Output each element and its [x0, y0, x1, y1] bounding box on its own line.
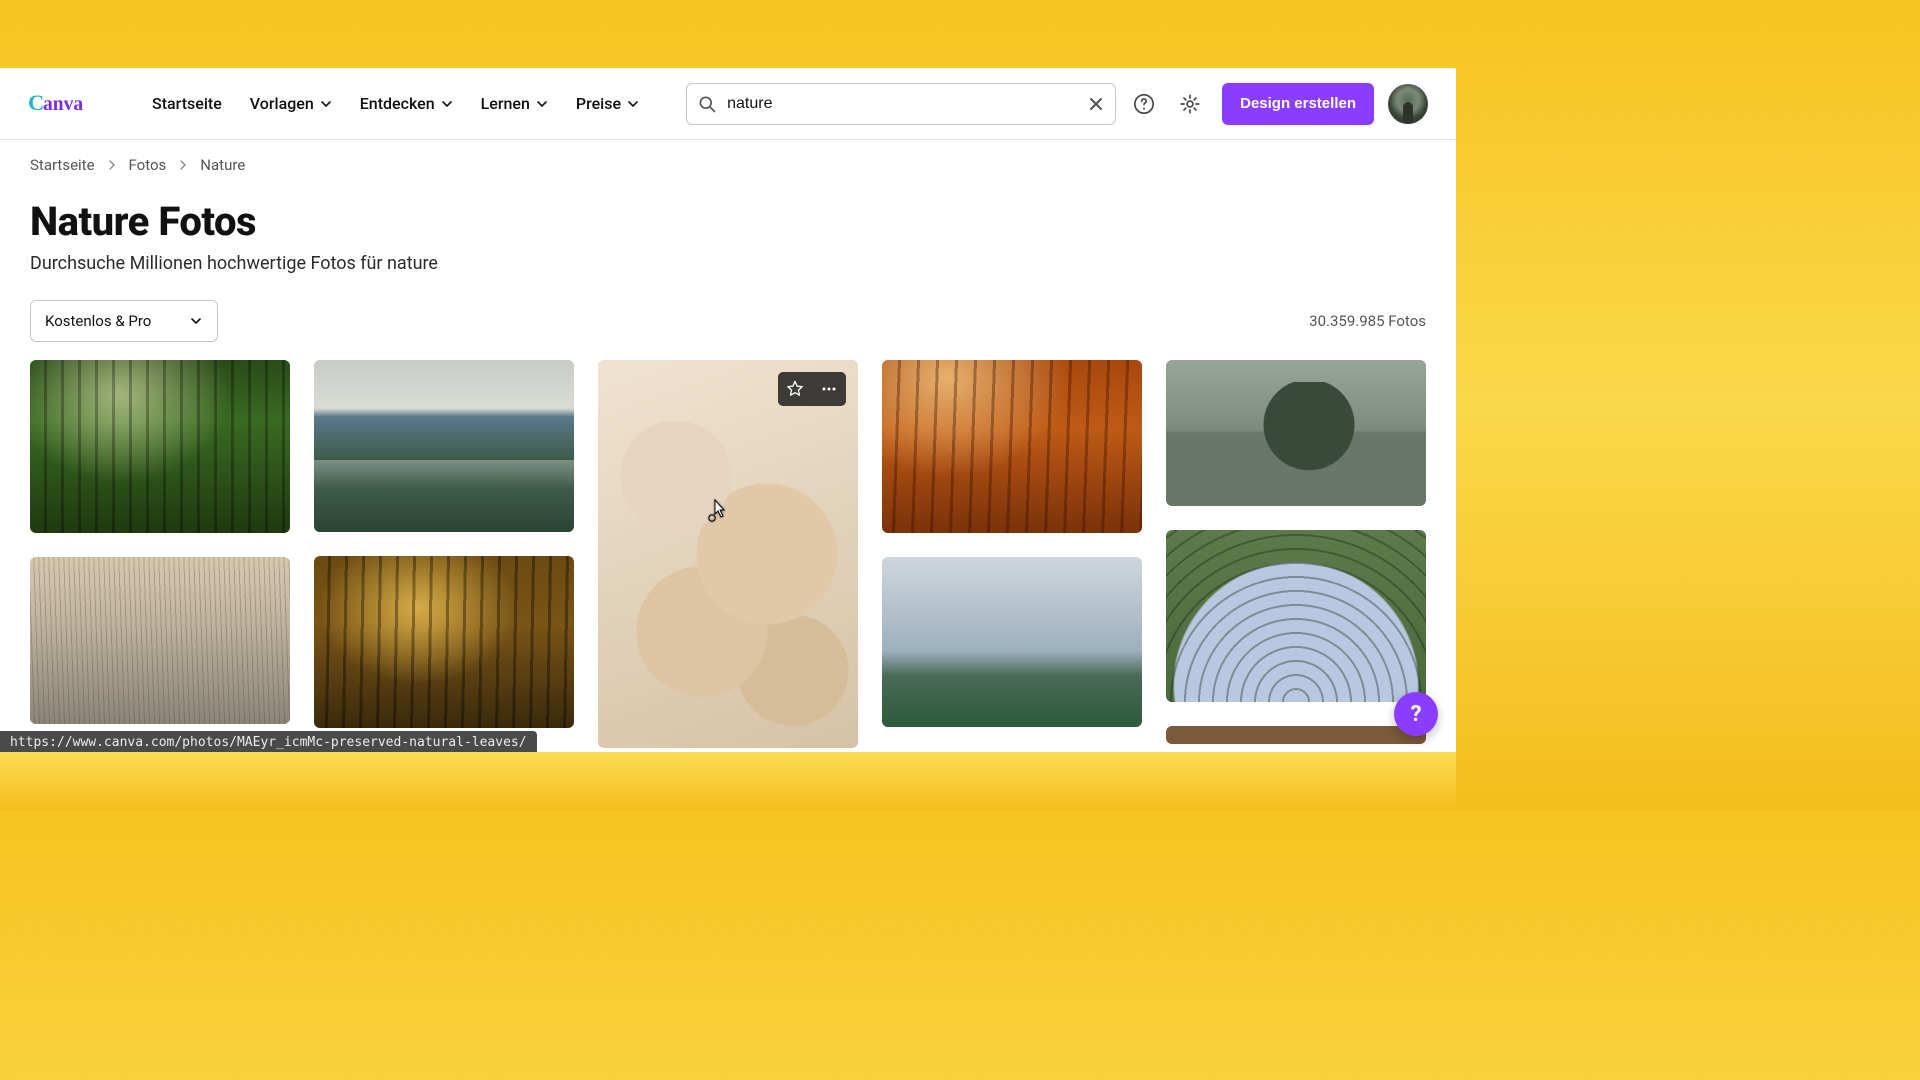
svg-text:anva: anva	[43, 94, 83, 115]
photo-thumb-hovered[interactable]	[598, 360, 858, 748]
search-icon	[697, 94, 717, 114]
logo[interactable]: Canva	[28, 86, 118, 122]
clear-search-icon[interactable]	[1087, 95, 1105, 113]
gallery-col-5	[1166, 360, 1426, 744]
filter-label: Kostenlos & Pro	[45, 312, 151, 330]
nav-templates-label: Vorlagen	[250, 94, 314, 113]
chevron-down-icon	[441, 98, 453, 110]
chevron-down-icon	[320, 98, 332, 110]
gallery-col-2	[314, 360, 574, 728]
photo-thumb[interactable]	[30, 360, 290, 533]
thumb-actions	[778, 372, 846, 406]
nav-learn[interactable]: Lernen	[481, 94, 548, 113]
star-icon	[785, 379, 805, 399]
help-fab[interactable]: ?	[1394, 692, 1438, 736]
help-icon	[1133, 93, 1155, 115]
settings-button[interactable]	[1172, 86, 1208, 122]
photo-gallery	[0, 360, 1456, 748]
result-count: 30.359.985 Fotos	[1309, 312, 1426, 330]
create-design-button[interactable]: Design erstellen	[1222, 83, 1374, 125]
status-bar: https://www.canva.com/photos/MAEyr_icmMc…	[0, 731, 537, 754]
chevron-right-icon	[107, 160, 117, 170]
chevron-down-icon	[536, 98, 548, 110]
banner-bottom	[0, 752, 1456, 810]
avatar[interactable]	[1388, 84, 1428, 124]
nav-discover-label: Entdecken	[360, 94, 435, 113]
main-card: Canva Startseite Vorlagen Entdecken Lern…	[0, 68, 1456, 754]
page-subtitle: Durchsuche Millionen hochwertige Fotos f…	[0, 253, 1456, 300]
breadcrumb-home[interactable]: Startseite	[30, 156, 95, 174]
nav-pricing-label: Preise	[576, 94, 621, 113]
photo-thumb[interactable]	[314, 556, 574, 728]
photo-thumb[interactable]	[882, 360, 1142, 533]
photo-thumb[interactable]	[1166, 360, 1426, 506]
help-button[interactable]	[1126, 86, 1162, 122]
breadcrumb-photos[interactable]: Fotos	[129, 156, 167, 174]
photo-thumb[interactable]	[314, 360, 574, 532]
filter-dropdown[interactable]: Kostenlos & Pro	[30, 300, 218, 342]
nav-templates[interactable]: Vorlagen	[250, 94, 332, 113]
toolbar-row: Kostenlos & Pro 30.359.985 Fotos	[0, 300, 1456, 360]
page-title: Nature Fotos	[0, 174, 1456, 253]
nav-discover[interactable]: Entdecken	[360, 94, 453, 113]
nav-home[interactable]: Startseite	[152, 94, 222, 113]
photo-thumb[interactable]	[30, 557, 290, 724]
nav-learn-label: Lernen	[481, 94, 530, 113]
favorite-button[interactable]	[778, 372, 812, 406]
gear-icon	[1179, 93, 1201, 115]
nav-pricing[interactable]: Preise	[576, 94, 639, 113]
photo-thumb[interactable]	[882, 557, 1142, 727]
photo-thumb[interactable]	[1166, 726, 1426, 744]
banner-top	[0, 0, 1456, 68]
nav-home-label: Startseite	[152, 94, 222, 113]
gallery-col-4	[882, 360, 1142, 727]
search-bar[interactable]	[686, 83, 1116, 125]
svg-text:C: C	[28, 90, 44, 115]
photo-thumb[interactable]	[1166, 530, 1426, 702]
topbar: Canva Startseite Vorlagen Entdecken Lern…	[0, 68, 1456, 140]
gallery-col-1	[30, 360, 290, 724]
more-button[interactable]	[812, 372, 846, 406]
breadcrumb-current: Nature	[200, 156, 245, 174]
chevron-down-icon	[627, 98, 639, 110]
nav: Startseite Vorlagen Entdecken Lernen Pre…	[152, 94, 639, 113]
chevron-right-icon	[178, 160, 188, 170]
more-icon	[819, 379, 839, 399]
gallery-col-3	[598, 360, 858, 748]
search-input[interactable]	[717, 95, 1087, 113]
chevron-down-icon	[189, 314, 203, 328]
breadcrumb: Startseite Fotos Nature	[0, 140, 1456, 174]
